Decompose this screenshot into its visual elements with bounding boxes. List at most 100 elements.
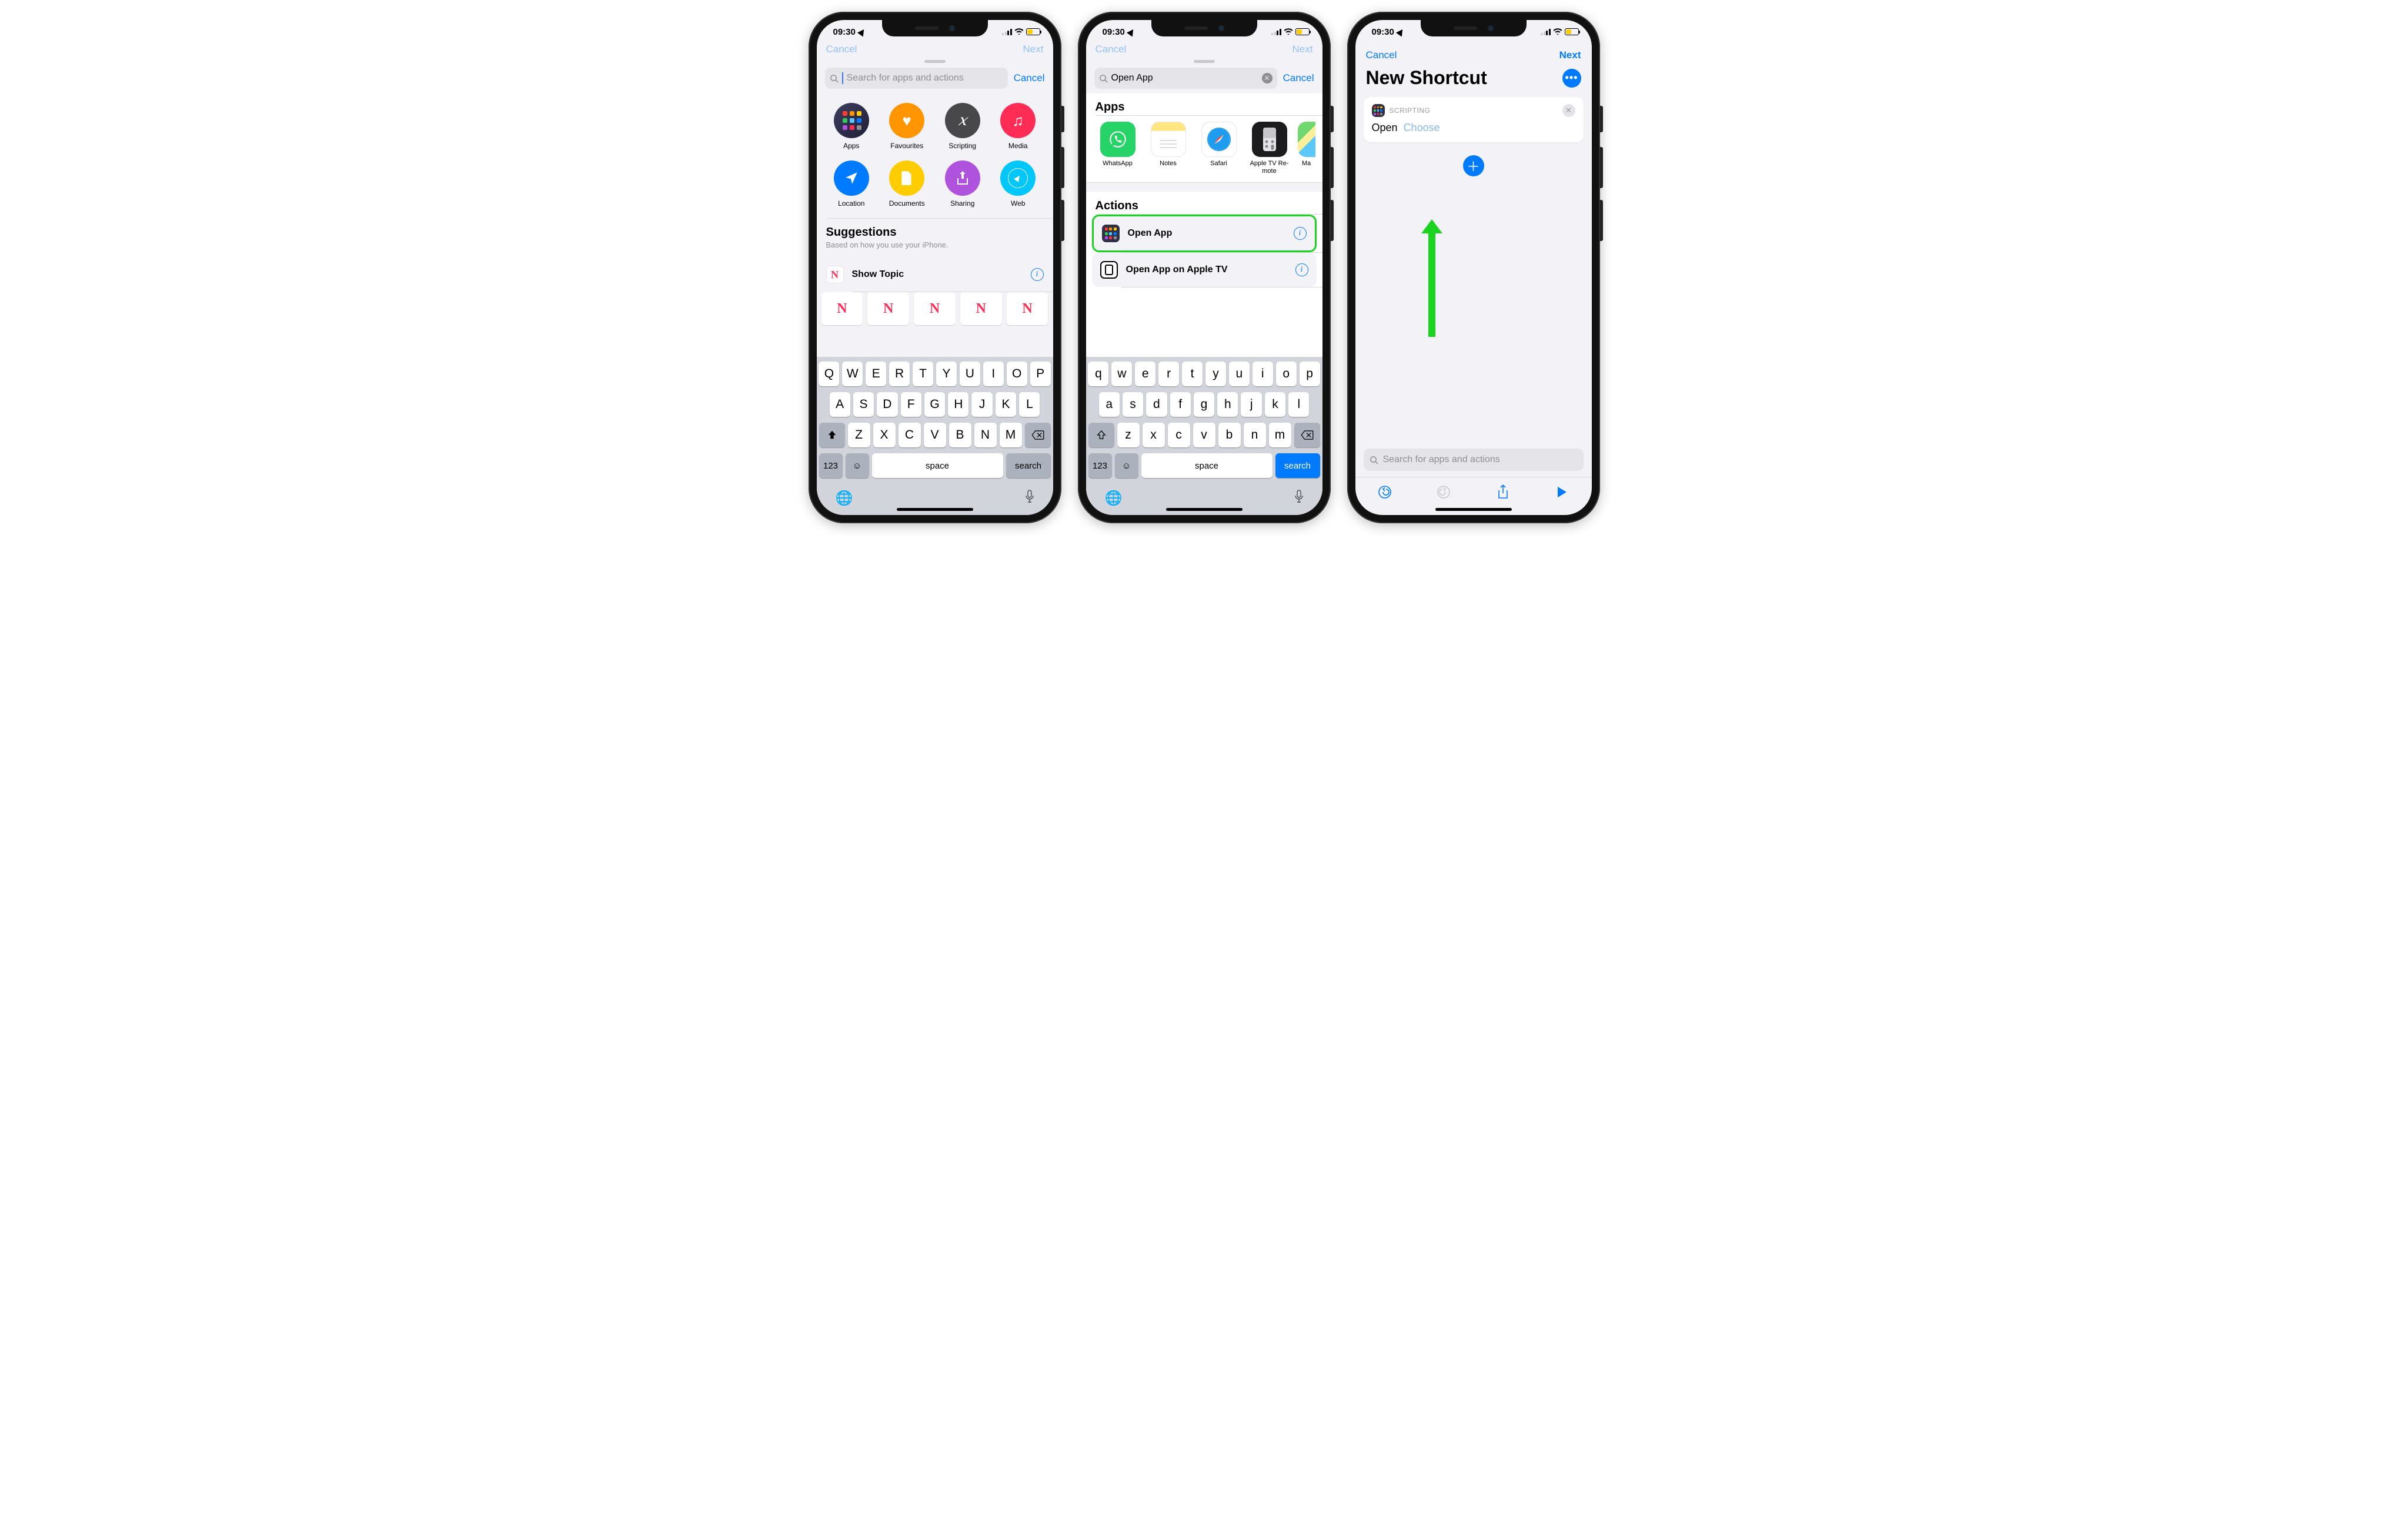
choose-app-token[interactable]: Choose (1404, 122, 1440, 133)
clear-search-icon[interactable]: ✕ (1262, 73, 1273, 83)
numbers-key[interactable]: 123 (819, 453, 843, 478)
category-media[interactable]: ♫Media (993, 103, 1044, 150)
key-h[interactable]: H (948, 392, 968, 417)
key-m[interactable]: m (1269, 423, 1291, 447)
app-maps[interactable]: Ma (1298, 122, 1315, 175)
app-whatsapp[interactable]: WhatsApp (1096, 122, 1140, 175)
suggestion-show-topic[interactable]: N Show Topic i (817, 258, 1053, 292)
key-x[interactable]: X (873, 423, 896, 447)
sheet-grabber[interactable] (924, 60, 946, 63)
key-a[interactable]: A (830, 392, 850, 417)
action-card-open-app[interactable]: SCRIPTING ✕ Open Choose (1364, 97, 1584, 142)
key-k[interactable]: K (996, 392, 1016, 417)
key-l[interactable]: l (1288, 392, 1309, 417)
key-i[interactable]: i (1253, 362, 1273, 386)
key-t[interactable]: t (1182, 362, 1203, 386)
cancel-link[interactable]: Cancel (1014, 72, 1045, 84)
sheet-grabber[interactable] (1194, 60, 1215, 63)
category-favourites[interactable]: ♥Favourites (881, 103, 933, 150)
key-d[interactable]: d (1146, 392, 1167, 417)
app-safari[interactable]: Safari (1197, 122, 1241, 175)
key-v[interactable]: V (924, 423, 946, 447)
search-key[interactable]: search (1275, 453, 1320, 478)
key-w[interactable]: w (1111, 362, 1132, 386)
key-q[interactable]: Q (819, 362, 839, 386)
key-u[interactable]: U (960, 362, 980, 386)
key-g[interactable]: g (1194, 392, 1214, 417)
next-button[interactable]: Next (1559, 49, 1581, 61)
category-location[interactable]: Location (826, 161, 877, 208)
key-p[interactable]: P (1030, 362, 1051, 386)
key-u[interactable]: u (1229, 362, 1250, 386)
undo-button[interactable] (1377, 484, 1392, 500)
apps-scroller[interactable]: WhatsApp Notes Safari Apple TV Re- mote … (1086, 116, 1322, 182)
info-icon[interactable]: i (1295, 263, 1308, 276)
key-r[interactable]: R (889, 362, 910, 386)
action-open-app-appletv[interactable]: Open App on Apple TV i (1092, 253, 1317, 287)
info-icon[interactable]: i (1294, 227, 1307, 240)
dictation-icon[interactable] (1025, 490, 1034, 507)
emoji-key[interactable]: ☺ (1115, 453, 1138, 478)
key-s[interactable]: s (1123, 392, 1143, 417)
dictation-icon[interactable] (1294, 490, 1304, 507)
key-y[interactable]: Y (936, 362, 957, 386)
key-w[interactable]: W (842, 362, 863, 386)
space-key[interactable]: space (872, 453, 1003, 478)
key-j[interactable]: J (971, 392, 992, 417)
category-sharing[interactable]: Sharing (937, 161, 988, 208)
prediction-chip[interactable]: N (821, 292, 863, 325)
search-input[interactable]: Open App ✕ (1094, 68, 1277, 89)
shift-key[interactable] (1088, 423, 1114, 447)
numbers-key[interactable]: 123 (1088, 453, 1112, 478)
key-j[interactable]: j (1241, 392, 1261, 417)
prediction-chip[interactable]: N (867, 292, 909, 325)
prediction-chip[interactable]: N (1007, 292, 1048, 325)
key-d[interactable]: D (877, 392, 897, 417)
key-x[interactable]: x (1143, 423, 1165, 447)
home-indicator[interactable] (1435, 508, 1512, 511)
add-action-button[interactable]: ＋ (1463, 155, 1484, 176)
key-t[interactable]: T (913, 362, 933, 386)
key-p[interactable]: p (1300, 362, 1320, 386)
backspace-key[interactable] (1025, 423, 1051, 447)
category-web[interactable]: Web (993, 161, 1044, 208)
key-g[interactable]: G (924, 392, 945, 417)
key-b[interactable]: B (949, 423, 971, 447)
key-l[interactable]: L (1019, 392, 1040, 417)
key-c[interactable]: c (1168, 423, 1190, 447)
key-a[interactable]: a (1099, 392, 1120, 417)
space-key[interactable]: space (1141, 453, 1273, 478)
key-o[interactable]: O (1007, 362, 1027, 386)
category-documents[interactable]: Documents (881, 161, 933, 208)
globe-icon[interactable]: 🌐 (836, 490, 853, 507)
info-icon[interactable]: i (1031, 268, 1044, 281)
backspace-key[interactable] (1294, 423, 1320, 447)
cancel-button[interactable]: Cancel (1366, 49, 1397, 61)
key-v[interactable]: v (1193, 423, 1215, 447)
category-scripting[interactable]: 𝑥Scripting (937, 103, 988, 150)
key-z[interactable]: Z (848, 423, 870, 447)
key-f[interactable]: F (901, 392, 921, 417)
globe-icon[interactable]: 🌐 (1105, 490, 1123, 507)
home-indicator[interactable] (1166, 508, 1243, 511)
search-key[interactable]: search (1006, 453, 1051, 478)
key-y[interactable]: y (1205, 362, 1226, 386)
app-appletv-remote[interactable]: Apple TV Re- mote (1247, 122, 1292, 175)
key-e[interactable]: E (866, 362, 886, 386)
key-m[interactable]: M (1000, 423, 1022, 447)
action-open-app[interactable]: Open App i (1092, 215, 1317, 252)
cancel-link[interactable]: Cancel (1283, 72, 1314, 84)
key-q[interactable]: q (1088, 362, 1108, 386)
key-n[interactable]: n (1244, 423, 1266, 447)
key-c[interactable]: C (899, 423, 921, 447)
category-apps[interactable]: Apps (826, 103, 877, 150)
emoji-key[interactable]: ☺ (846, 453, 869, 478)
prediction-chip[interactable]: N (914, 292, 956, 325)
key-h[interactable]: h (1217, 392, 1238, 417)
key-f[interactable]: f (1170, 392, 1191, 417)
share-button[interactable] (1495, 484, 1511, 500)
key-o[interactable]: o (1276, 362, 1297, 386)
key-k[interactable]: k (1265, 392, 1285, 417)
home-indicator[interactable] (897, 508, 973, 511)
key-b[interactable]: b (1218, 423, 1241, 447)
